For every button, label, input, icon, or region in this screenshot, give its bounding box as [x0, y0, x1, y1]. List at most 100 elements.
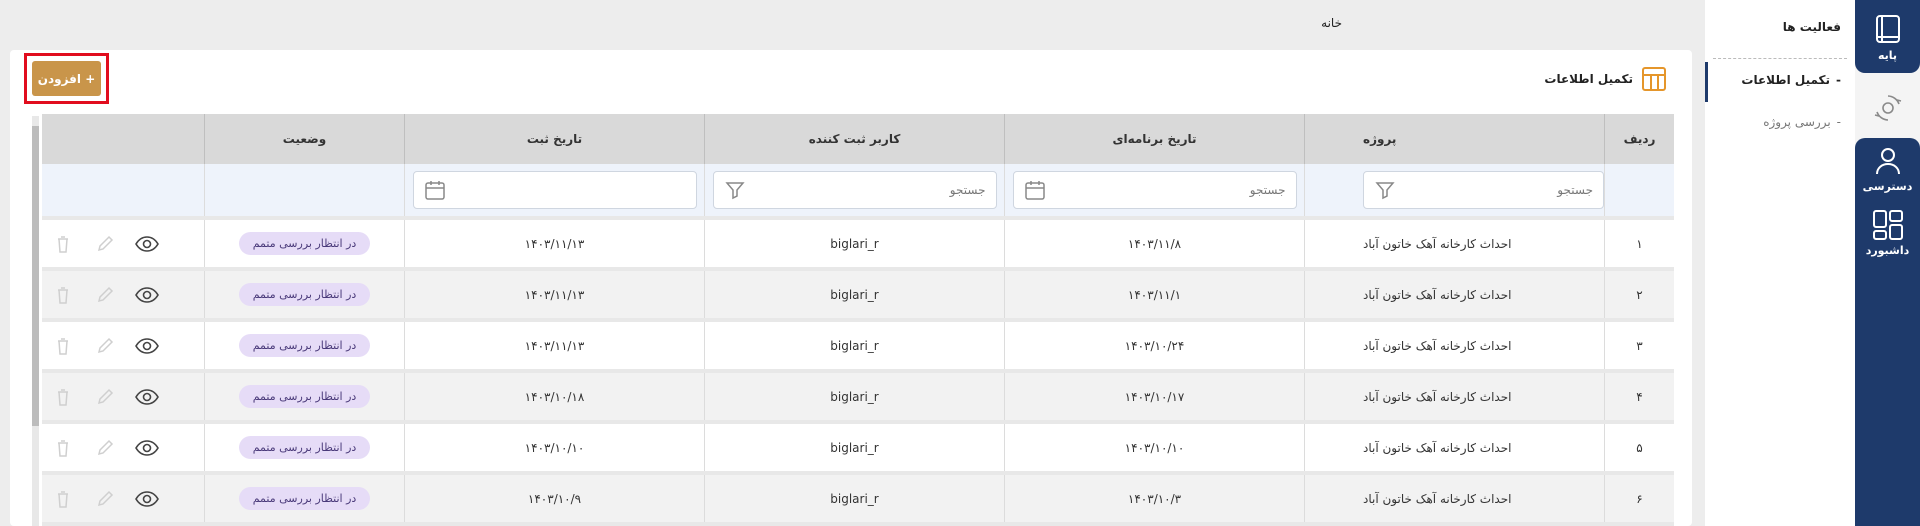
view-button[interactable] [126, 489, 168, 509]
header-planned-date: تاریخ برنامه‌ای [1004, 114, 1304, 164]
card-title: تکمیل اطلاعات [1544, 66, 1667, 92]
book-icon [1875, 14, 1900, 43]
cell-project: احداث کارخانه آهک خاتون آباد [1304, 373, 1604, 420]
cell-row-number: ۲ [1604, 271, 1674, 318]
delete-button[interactable] [42, 285, 84, 305]
icon-rail: پایه دسترسی داشبورد [1855, 0, 1920, 526]
table-row[interactable]: ۳ احداث کارخانه آهک خاتون آباد ۱۴۰۳/۱۰/۲… [42, 322, 1674, 373]
cell-registered-date: ۱۴۰۳/۱۱/۱۳ [404, 220, 704, 267]
delete-button[interactable] [42, 489, 84, 509]
side-item-project-review[interactable]: - بررسی پروژه [1763, 115, 1841, 129]
card-title-text: تکمیل اطلاعات [1544, 72, 1633, 86]
cell-status: در انتظار بررسی متمم [204, 475, 404, 522]
edit-button[interactable] [84, 234, 126, 254]
edit-button[interactable] [84, 489, 126, 509]
trash-icon [58, 286, 68, 304]
status-badge: در انتظار بررسی متمم [238, 334, 371, 357]
delete-button[interactable] [42, 387, 84, 407]
cell-registered-date: ۱۴۰۳/۱۱/۱۳ [404, 271, 704, 318]
cell-planned-date: ۱۴۰۳/۱۰/۲۴ [1004, 322, 1304, 369]
table-row[interactable]: ۵ احداث کارخانه آهک خاتون آباد ۱۴۰۳/۱۰/۱… [42, 424, 1674, 475]
status-badge: در انتظار بررسی متمم [238, 487, 371, 510]
scrollbar[interactable] [32, 116, 39, 526]
cell-planned-date: ۱۴۰۳/۱۱/۱ [1004, 271, 1304, 318]
eye-icon [135, 235, 159, 252]
rail-label-access: دسترسی [1862, 180, 1913, 193]
cell-status: در انتظار بررسی متمم [204, 373, 404, 420]
edit-button[interactable] [84, 336, 126, 356]
add-button-highlight: + افزودن [24, 53, 109, 104]
cell-registered-date: ۱۴۰۳/۱۱/۱۳ [404, 322, 704, 369]
registered-date-filter-input[interactable] [412, 171, 697, 209]
calendar-icon[interactable] [1024, 179, 1046, 201]
planned-date-filter-input[interactable]: جستجو [1012, 171, 1297, 209]
side-heading: فعالیت ها [1782, 20, 1841, 34]
header-registered-date: تاریخ ثبت [404, 114, 704, 164]
rail-label-base: پایه [1877, 48, 1898, 62]
cell-row-number: ۵ [1604, 424, 1674, 471]
view-button[interactable] [126, 336, 168, 356]
pencil-icon [97, 337, 114, 353]
scrollbar-thumb[interactable] [32, 126, 39, 426]
eye-icon [135, 388, 159, 405]
edit-button[interactable] [84, 438, 126, 458]
cell-planned-date: ۱۴۰۳/۱۰/۳ [1004, 475, 1304, 522]
side-bullet: - [1836, 73, 1841, 87]
table-icon [1642, 67, 1666, 91]
view-button[interactable] [126, 234, 168, 254]
trash-icon [58, 388, 68, 406]
table-row[interactable]: ۴ احداث کارخانه آهک خاتون آباد ۱۴۰۳/۱۰/۱… [42, 373, 1674, 424]
cell-user: biglari_r [704, 322, 1004, 369]
edit-button[interactable] [84, 387, 126, 407]
rail-group: دسترسی داشبورد [1855, 138, 1920, 526]
add-button[interactable]: + افزودن [32, 61, 101, 96]
cell-planned-date: ۱۴۰۳/۱۰/۱۷ [1004, 373, 1304, 420]
edit-button[interactable] [84, 285, 126, 305]
cell-registered-date: ۱۴۰۳/۱۰/۹ [404, 475, 704, 522]
calendar-icon[interactable] [424, 179, 446, 201]
user-filter-input[interactable]: جستجو [712, 171, 997, 209]
cell-row-number: ۳ [1604, 322, 1674, 369]
filter-placeholder: جستجو [1557, 183, 1593, 197]
cell-project: احداث کارخانه آهک خاتون آباد [1304, 475, 1604, 522]
cell-project: احداث کارخانه آهک خاتون آباد [1304, 322, 1604, 369]
data-table: ردیف پروژه تاریخ برنامه‌ای کاربر ثبت کنن… [42, 114, 1674, 526]
side-divider [1713, 58, 1847, 59]
view-button[interactable] [126, 387, 168, 407]
rail-item-base[interactable]: پایه [1855, 0, 1920, 73]
filter-icon[interactable] [1374, 179, 1396, 201]
cell-status: در انتظار بررسی متمم [204, 220, 404, 267]
table-row[interactable]: ۲ احداث کارخانه آهک خاتون آباد ۱۴۰۳/۱۱/۱… [42, 271, 1674, 322]
side-item-label: تکمیل اطلاعات [1741, 73, 1831, 87]
table-header-row: ردیف پروژه تاریخ برنامه‌ای کاربر ثبت کنن… [42, 114, 1674, 164]
rail-item-sync[interactable] [1855, 85, 1920, 133]
breadcrumb[interactable]: خانه [1321, 16, 1342, 30]
filter-icon[interactable] [724, 179, 746, 201]
delete-button[interactable] [42, 438, 84, 458]
trash-icon [58, 235, 68, 253]
rail-item-access[interactable]: دسترسی [1855, 144, 1920, 193]
rail-label-dashboard: داشبورد [1865, 244, 1910, 257]
pencil-icon [97, 286, 114, 302]
table-row[interactable]: ۱ احداث کارخانه آهک خاتون آباد ۱۴۰۳/۱۱/۸… [42, 220, 1674, 271]
pencil-icon [97, 388, 114, 404]
table-row[interactable]: ۶ احداث کارخانه آهک خاتون آباد ۱۴۰۳/۱۰/۳… [42, 475, 1674, 526]
side-item-complete-info[interactable]: - تکمیل اطلاعات [1741, 73, 1841, 87]
project-filter-input[interactable]: جستجو [1363, 171, 1604, 209]
side-panel: فعالیت ها - تکمیل اطلاعات - بررسی پروژه [1705, 0, 1855, 526]
delete-button[interactable] [42, 234, 84, 254]
cell-project: احداث کارخانه آهک خاتون آباد [1304, 271, 1604, 318]
pencil-icon [97, 235, 114, 251]
cell-status: در انتظار بررسی متمم [204, 271, 404, 318]
cell-status: در انتظار بررسی متمم [204, 424, 404, 471]
rail-item-dashboard[interactable]: داشبورد [1855, 208, 1920, 257]
cell-registered-date: ۱۴۰۳/۱۰/۱۸ [404, 373, 704, 420]
cell-row-number: ۶ [1604, 475, 1674, 522]
header-row-number: ردیف [1604, 114, 1674, 164]
pencil-icon [97, 439, 114, 455]
delete-button[interactable] [42, 336, 84, 356]
view-button[interactable] [126, 438, 168, 458]
filter-placeholder: جستجو [949, 183, 986, 197]
side-bullet: - [1836, 115, 1841, 129]
view-button[interactable] [126, 285, 168, 305]
